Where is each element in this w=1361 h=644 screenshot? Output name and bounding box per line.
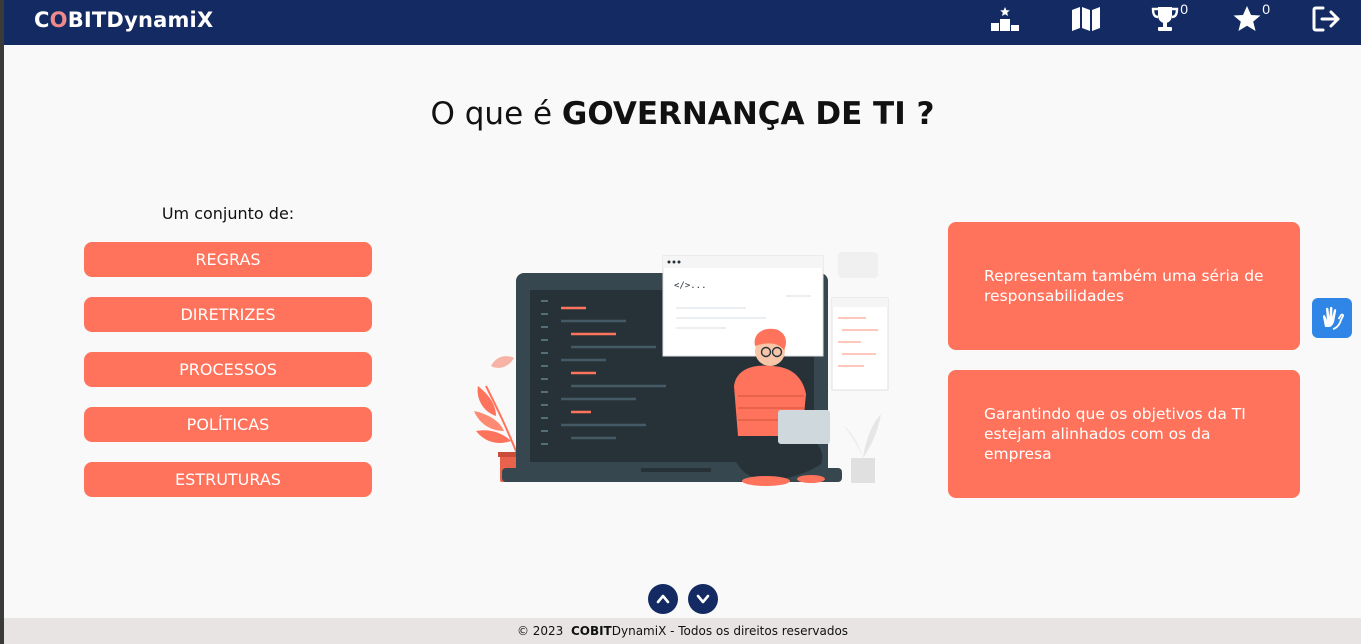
footer-brand: COBIT [570,624,612,638]
brand-logo[interactable]: COBITDynamiX [34,8,213,32]
sign-language-accessibility-button[interactable] [1312,298,1352,338]
footer: © 2023 COBITDynamiX - Todos os direitos … [4,618,1361,644]
brand-letter-c: C [34,8,50,32]
info-card-alinhamento: Garantindo que os objetivos da TI esteja… [948,370,1300,498]
developer-illustration: </>... [466,246,896,496]
info-card-text: Garantindo que os objetivos da TI esteja… [984,405,1246,463]
star-icon[interactable]: 0 [1230,1,1270,34]
info-card-text: Representam também uma séria de responsa… [984,267,1264,305]
trophy-icon[interactable]: 0 [1148,1,1188,34]
page-title-prefix: O que é [430,96,562,132]
page-title: O que é GOVERNANÇA DE TI ? [4,96,1361,132]
intro-text: Um conjunto de: [161,204,295,223]
scroll-down-button[interactable] [688,584,718,614]
star-count: 0 [1262,1,1270,17]
scroll-up-button[interactable] [648,584,678,614]
brand-letter-o: O [49,8,68,32]
page: COBITDynamiX 0 0 O que é GOVERNANÇA DE T… [4,0,1361,644]
ranking-podium-icon[interactable] [988,4,1022,34]
item-diretrizes-button[interactable]: DIRETRIZES [84,297,372,332]
chevron-up-icon [656,594,670,604]
logout-icon[interactable] [1310,4,1344,34]
item-estruturas-button[interactable]: ESTRUTURAS [84,462,372,497]
brand-name-rest: BITDynamiX [67,8,214,32]
footer-rights: - Todos os direitos reservados [666,624,849,638]
item-processos-button[interactable]: PROCESSOS [84,352,372,387]
navbar: COBITDynamiX 0 0 [4,0,1361,45]
trophy-count: 0 [1180,1,1188,17]
item-regras-button[interactable]: REGRAS [84,242,372,277]
code-window-label: </>... [674,281,707,291]
footer-brand-rest: DynamiX [611,624,667,638]
chevron-down-icon [696,594,710,604]
hands-icon [1322,306,1344,330]
footer-copyright: © 2023 [516,624,564,638]
map-icon[interactable] [1069,4,1103,34]
page-title-bold: GOVERNANÇA DE TI ? [561,96,935,132]
info-card-responsabilidades: Representam também uma séria de responsa… [948,222,1300,350]
item-politicas-button[interactable]: POLÍTICAS [84,407,372,442]
